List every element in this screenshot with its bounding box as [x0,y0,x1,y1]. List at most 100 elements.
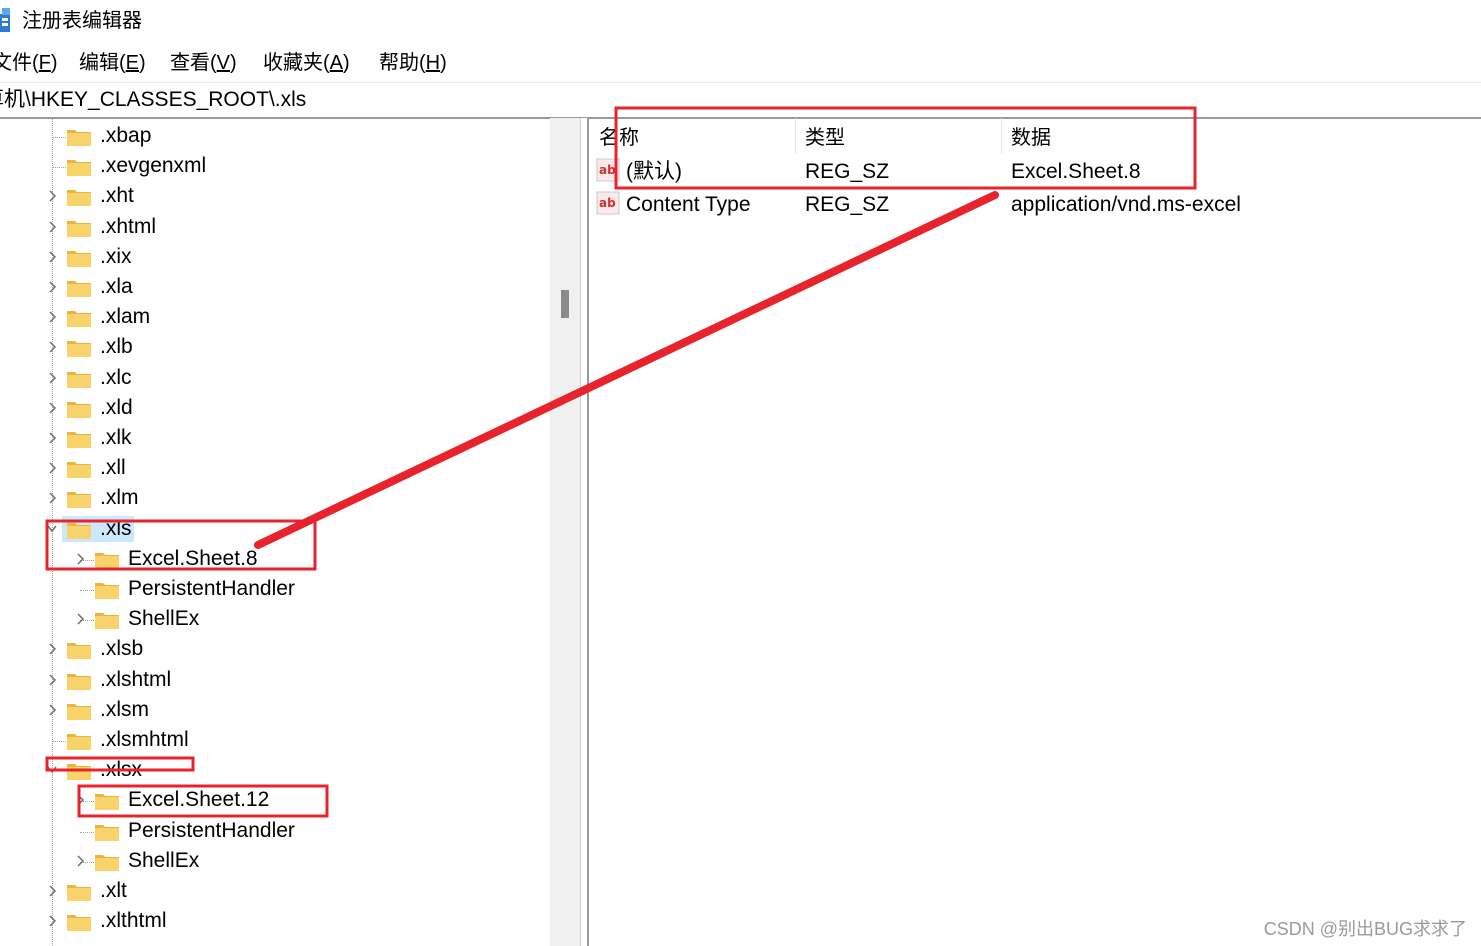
chevron-right-icon[interactable] [46,488,58,508]
column-header-data[interactable]: 数据 [1011,124,1051,152]
tree-connector-line [52,137,66,138]
chevron-right-icon[interactable] [74,851,86,871]
tree-item[interactable]: .xlshtml [0,665,550,695]
tree-item-label: .xlsm [100,697,149,721]
tree-item[interactable]: .xlthtml [0,906,550,936]
tree-item[interactable]: .xlt [0,876,550,906]
folder-icon [67,190,91,207]
tree-item-label: .xlm [100,486,139,510]
title-bar: 注册表编辑器 [0,0,1481,42]
address-path[interactable]: 计算机\HKEY_CLASSES_ROOT\.xls [0,87,306,113]
chevron-right-icon[interactable] [46,398,58,418]
tree-item-label: PersistentHandler [128,577,295,600]
tree-item[interactable]: .xlm [0,483,550,513]
folder-icon [67,371,91,388]
chevron-right-icon[interactable] [46,700,58,720]
menu-view[interactable]: 查看(V) [170,50,237,76]
value-row[interactable]: ab (默认) REG_SZ Excel.Sheet.8 [589,156,1481,188]
chevron-right-icon[interactable] [46,881,58,901]
chevron-right-icon[interactable] [46,307,58,327]
tree-item[interactable]: .xbap [0,121,550,151]
tree-item[interactable]: .xlsb [0,634,550,664]
chevron-right-icon[interactable] [46,639,58,659]
chevron-right-icon[interactable] [46,368,58,388]
chevron-right-icon[interactable] [74,790,86,810]
chevron-right-icon[interactable] [46,428,58,448]
chevron-right-icon[interactable] [46,186,58,206]
chevron-right-icon[interactable] [46,277,58,297]
column-divider[interactable] [795,118,796,154]
tree-item-label: .xlt [100,879,127,902]
menu-file[interactable]: 文件(F) [0,50,58,76]
tree-item-label: .xla [100,275,133,298]
folder-icon [67,703,91,720]
tree-item[interactable]: ShellEx [0,604,550,634]
tree-item-label: .xlam [100,305,151,329]
value-name: Content Type [626,193,751,216]
string-value-icon: ab [596,158,620,182]
value-row[interactable]: ab Content Type REG_SZ application/vnd.m… [589,189,1481,221]
tree-item[interactable]: .xlc [0,363,550,393]
column-header-name[interactable]: 名称 [599,124,639,152]
tree-item-label: .xlsmhtml [100,728,189,751]
tree-item[interactable]: .xlb [0,332,550,362]
chevron-right-icon[interactable] [46,337,58,357]
tree-item[interactable]: .xht [0,181,550,211]
chevron-right-icon[interactable] [46,247,58,267]
tree-item[interactable]: .xls [0,514,550,544]
tree-item-label: .xbap [100,124,152,147]
tree-item[interactable]: ShellEx [0,846,550,876]
tree-item[interactable]: .xix [0,242,550,272]
tree-item[interactable]: .xlsm [0,695,550,725]
tree-item[interactable]: .xlk [0,423,550,453]
chevron-right-icon[interactable] [46,670,58,690]
tree-item[interactable]: .xld [0,393,550,423]
folder-icon [67,250,91,267]
tree-item[interactable]: Excel.Sheet.12 [0,785,550,815]
chevron-right-icon[interactable] [46,458,58,478]
folder-icon [95,794,119,811]
tree-item[interactable]: PersistentHandler [0,816,550,846]
tree-item[interactable]: .xevgenxml [0,151,550,181]
chevron-down-icon[interactable] [46,519,58,539]
svg-text:ab: ab [599,196,616,210]
values-list[interactable]: 名称 类型 数据 ab (默认) REG_SZ Excel.Sheet.8 ab… [589,118,1481,946]
menu-help[interactable]: 帮助(H) [379,50,447,76]
value-type: REG_SZ [805,193,890,216]
tree-item[interactable]: .xhtml [0,212,550,242]
tree-item[interactable]: Excel.Sheet.8 [0,544,550,574]
address-bar[interactable]: 计算机\HKEY_CLASSES_ROOT\.xls [0,82,1481,119]
tree-item[interactable]: .xlsx [0,755,550,785]
tree-scrollbar-thumb[interactable] [561,290,569,318]
tree-item[interactable]: PersistentHandler [0,574,550,604]
key-tree[interactable]: .xbap .xevgenxml .xht .xhtml .xix .xla .xlam .x… [0,118,578,946]
column-divider[interactable] [1001,118,1002,154]
tree-item[interactable]: .xlsmhtml [0,725,550,755]
chevron-down-icon[interactable] [46,760,58,780]
value-name: (默认) [626,160,682,183]
column-header-type[interactable]: 类型 [805,124,845,152]
tree-item-label: .xlthtml [100,909,167,933]
svg-text:ab: ab [599,163,616,177]
chevron-right-icon[interactable] [46,217,58,237]
tree-item-label: .xevgenxml [100,154,207,178]
tree-item[interactable]: .xlam [0,302,550,332]
tree-item[interactable]: .xll [0,453,550,483]
tree-item-label: Excel.Sheet.12 [128,788,270,812]
folder-icon [67,432,91,448]
menu-favorites[interactable]: 收藏夹(A) [263,50,350,76]
tree-item[interactable]: .xla [0,272,550,302]
tree-item-label: .xhtml [100,214,157,238]
chevron-right-icon[interactable] [46,911,58,931]
folder-icon [95,552,119,569]
menu-edit[interactable]: 编辑(E) [79,50,146,76]
chevron-right-icon[interactable] [74,549,86,569]
folder-icon [67,764,91,781]
tree-scrollbar[interactable] [550,118,580,946]
window-title: 注册表编辑器 [22,10,142,32]
pane-splitter[interactable] [580,118,589,946]
folder-icon [95,583,119,599]
watermark: CSDN @别出BUG求求了 [1263,919,1467,939]
chevron-right-icon[interactable] [74,609,86,629]
value-data: application/vnd.ms-excel [1011,193,1241,216]
